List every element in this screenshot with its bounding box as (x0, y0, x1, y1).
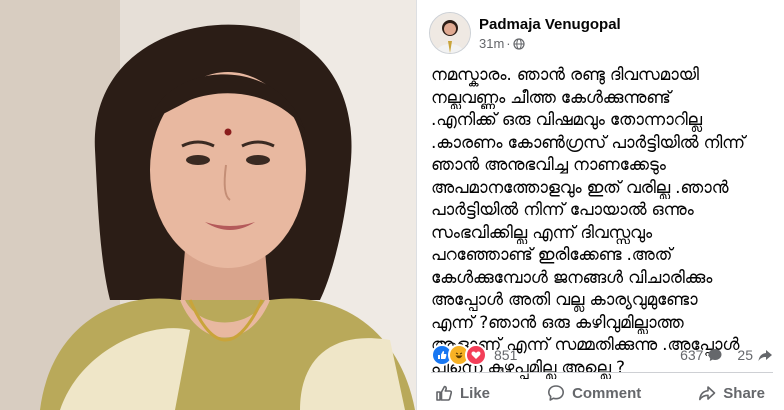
divider (431, 372, 773, 373)
post-text-line: നമസ്കാരം. ഞാൻ രണ്ടു ദിവസമായി (431, 65, 699, 85)
post-time[interactable]: 31m (479, 36, 504, 51)
post-text-line: അപ്പോൾ അതി വല്ല കാര്യവുമുണ്ടോ (431, 290, 698, 310)
post-text-line: അപമാനത്തോളവും ഇത് വരില്ല .ഞാൻ (431, 177, 729, 198)
like-button[interactable]: Like (431, 384, 508, 402)
meta-separator: · (506, 36, 511, 51)
reaction-icons[interactable] (431, 344, 487, 366)
post-text-line: എന്ന് ?ഞാൻ ഒരു കഴിവുമില്ലാത്ത (431, 312, 684, 333)
portrait-illustration (0, 0, 420, 410)
share-button[interactable]: Share (680, 384, 773, 402)
share-icon (699, 386, 716, 401)
comment-bubble-icon (708, 349, 722, 361)
post-text-line: .എനിക്ക് ഒരു വിഷമവും തോന്നാറില്ല (431, 110, 702, 130)
comments-stat[interactable]: 637 (680, 347, 723, 363)
post-header: Padmaja Venugopal 31m · (429, 12, 775, 56)
post-photo[interactable] (0, 0, 420, 410)
post-text-line: .കാരണം കോൺഗ്രസ് പാർട്ടിയിൽ നിന്ന് (431, 132, 745, 153)
love-icon (465, 344, 487, 366)
comments-count: 637 (680, 347, 704, 363)
post-text: നമസ്കാരം. ഞാൻ രണ്ടു ദിവസമായി നല്ലവണ്ണം ച… (431, 64, 779, 379)
comment-icon (548, 385, 565, 401)
reactions-count[interactable]: 851 (494, 347, 517, 363)
post-text-line: നല്ലവണ്ണം ചീത്ത കേൾക്കുന്നുണ്ട് (431, 87, 671, 108)
share-arrow-icon (758, 350, 772, 361)
share-label: Share (723, 384, 765, 402)
post-text-line: പറഞ്ഞോണ്ട് ഇരിക്കേണ്ട .അത് (431, 245, 673, 265)
comment-button[interactable]: Comment (529, 384, 659, 402)
shares-count: 25 (737, 347, 753, 363)
comment-label: Comment (572, 384, 642, 402)
post-text-line: സംഭവിക്കില്ല എന്ന് ദിവസ്സവും (431, 222, 652, 243)
reactions-bar: 851 637 25 (431, 344, 773, 366)
author-name[interactable]: Padmaja Venugopal (479, 16, 621, 33)
post-text-line: ഞാൻ അനുഭവിച്ച നാണക്കേടും (431, 155, 666, 175)
post-text-line: കേൾക്കുമ്പോൾ ജനങ്ങൾ വിചാരിക്കും (431, 267, 713, 288)
post-meta: 31m · (479, 36, 525, 51)
post-card: Padmaja Venugopal 31m · നമസ്കാരം. ഞാൻ രണ… (416, 0, 784, 410)
thumbs-up-icon (436, 385, 453, 401)
action-bar: Like Comment Share (431, 378, 773, 408)
profile-picture-icon (430, 13, 470, 53)
avatar[interactable] (429, 12, 471, 54)
like-label: Like (460, 384, 491, 402)
post-text-line: പാർട്ടിയിൽ നിന്ന് പോയാൽ ഒന്നും (431, 200, 694, 220)
globe-icon[interactable] (513, 37, 525, 50)
shares-stat[interactable]: 25 (737, 347, 773, 363)
